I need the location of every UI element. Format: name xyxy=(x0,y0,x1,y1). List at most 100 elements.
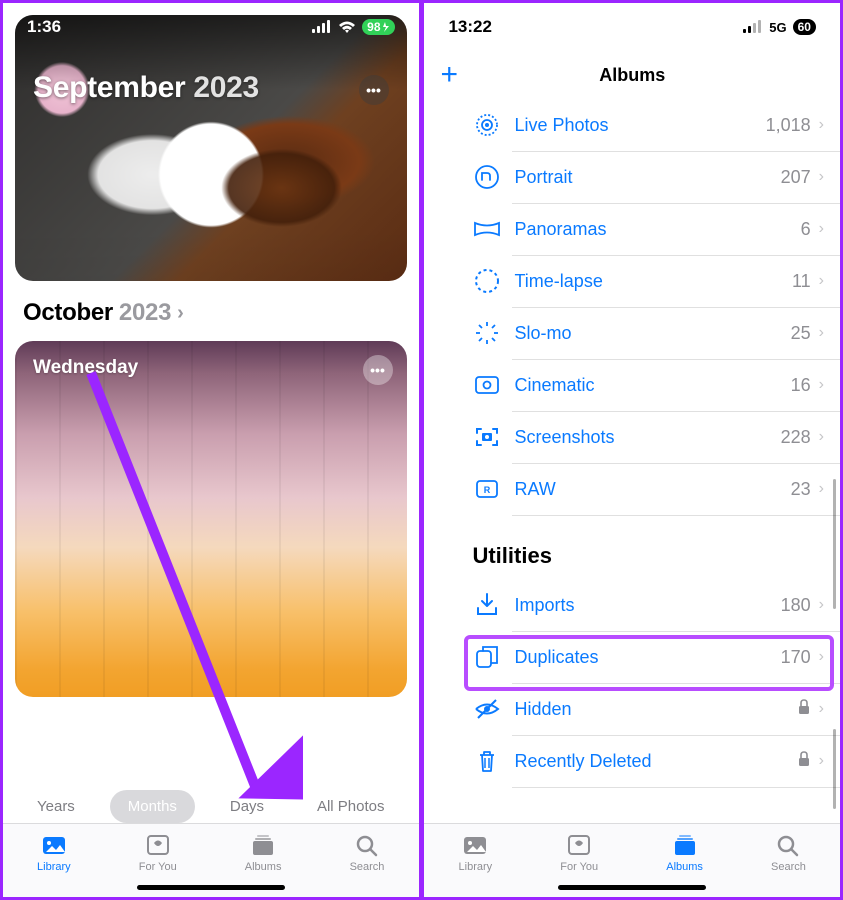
view-segmented-control[interactable]: Years Months Days All Photos xyxy=(15,787,407,825)
chevron-right-icon: › xyxy=(819,168,824,186)
row-label: Screenshots xyxy=(514,427,614,448)
section-utilities: Utilities xyxy=(424,515,840,579)
row-label: Cinematic xyxy=(514,375,594,396)
chevron-right-icon: › xyxy=(819,700,824,718)
row-label: Imports xyxy=(514,595,574,616)
tab-albums[interactable]: Albums xyxy=(245,832,282,873)
home-indicator[interactable] xyxy=(137,885,285,890)
row-count: 207 xyxy=(781,167,811,188)
status-time: 1:36 xyxy=(27,17,61,37)
search-icon xyxy=(353,832,381,858)
live-icon xyxy=(472,110,502,140)
tab-for-you[interactable]: For You xyxy=(560,832,598,873)
status-indicators: 5G 60 xyxy=(743,19,816,35)
album-row-panoramas[interactable]: Panoramas 6 › xyxy=(424,203,840,255)
pano-icon xyxy=(472,214,502,244)
tab-library[interactable]: Library xyxy=(37,832,71,873)
tab-search[interactable]: Search xyxy=(350,832,385,873)
album-row-duplicates[interactable]: Duplicates170› xyxy=(424,631,840,683)
row-label: RAW xyxy=(514,479,555,500)
status-indicators: 98 xyxy=(312,19,394,35)
nav-title: Albums xyxy=(599,65,665,86)
row-label: Recently Deleted xyxy=(514,751,651,772)
screenshots-icon xyxy=(472,422,502,452)
chevron-right-icon: › xyxy=(819,752,824,770)
album-row-imports[interactable]: Imports 180 › xyxy=(424,579,840,631)
row-label: Panoramas xyxy=(514,219,606,240)
segment-years[interactable]: Years xyxy=(19,790,93,823)
hidden-icon xyxy=(472,694,502,724)
trash-icon xyxy=(472,746,502,776)
albums-icon xyxy=(671,832,699,858)
lock-icon xyxy=(797,699,811,719)
chevron-right-icon: › xyxy=(819,596,824,614)
chevron-right-icon: › xyxy=(819,480,824,498)
chevron-right-icon: › xyxy=(819,272,824,290)
chevron-right-icon: › xyxy=(819,324,824,342)
tab-albums[interactable]: Albums xyxy=(666,832,703,873)
svg-text:R: R xyxy=(484,485,491,495)
signal-icon xyxy=(312,20,332,34)
row-count: 170 xyxy=(781,647,811,668)
chevron-right-icon: › xyxy=(819,116,824,134)
album-row-cinematic[interactable]: Cinematic 16 › xyxy=(424,359,840,411)
scroll-indicator[interactable] xyxy=(833,729,836,809)
row-label: Portrait xyxy=(514,167,572,188)
card-subtitle: Wednesday xyxy=(33,357,138,379)
chevron-right-icon: › xyxy=(177,302,183,325)
chevron-right-icon: › xyxy=(819,428,824,446)
album-row-time-lapse[interactable]: Time-lapse 11 › xyxy=(424,255,840,307)
album-row-raw[interactable]: RRAW23› xyxy=(424,463,840,515)
row-count: 16 xyxy=(791,375,811,396)
library-icon xyxy=(461,832,489,858)
month-card-september[interactable]: September 2023 ••• xyxy=(15,15,407,281)
month-header-october[interactable]: October 2023 › xyxy=(15,281,407,341)
tab-for-you[interactable]: For You xyxy=(139,832,177,873)
card-title: September 2023 xyxy=(33,71,259,105)
chevron-right-icon: › xyxy=(819,220,824,238)
cinematic-icon xyxy=(472,370,502,400)
timelapse-icon xyxy=(472,266,502,296)
imports-icon xyxy=(472,590,502,620)
row-count: 6 xyxy=(801,219,811,240)
albums-list[interactable]: Live Photos 1,018 › Portrait 207 › Panoramas 6 ›… xyxy=(424,99,840,823)
segment-days[interactable]: Days xyxy=(212,790,282,823)
slomo-icon xyxy=(472,318,502,348)
day-card-wednesday[interactable]: Wednesday ••• xyxy=(15,341,407,697)
album-row-recently-deleted[interactable]: Recently Deleted › xyxy=(424,735,840,787)
chevron-right-icon: › xyxy=(819,376,824,394)
row-count: 1,018 xyxy=(766,115,811,136)
album-row-hidden[interactable]: Hidden› xyxy=(424,683,840,735)
add-button[interactable]: + xyxy=(440,60,458,90)
tab-library[interactable]: Library xyxy=(459,832,493,873)
album-row-live-photos[interactable]: Live Photos 1,018 › xyxy=(424,99,840,151)
nav-bar: + Albums xyxy=(424,51,840,99)
library-view[interactable]: September 2023 ••• October 2023 › Wednes… xyxy=(3,3,419,775)
battery-indicator: 60 xyxy=(793,19,816,35)
battery-indicator: 98 xyxy=(362,19,394,35)
raw-icon: R xyxy=(472,474,502,504)
row-label: Live Photos xyxy=(514,115,608,136)
row-count: 25 xyxy=(791,323,811,344)
segment-months[interactable]: Months xyxy=(110,790,195,823)
segment-all-photos[interactable]: All Photos xyxy=(299,790,403,823)
tab-search[interactable]: Search xyxy=(771,832,806,873)
row-count: 228 xyxy=(781,427,811,448)
album-row-screenshots[interactable]: Screenshots 228 › xyxy=(424,411,840,463)
lock-icon xyxy=(797,751,811,771)
search-icon xyxy=(774,832,802,858)
album-row-portrait[interactable]: Portrait 207 › xyxy=(424,151,840,203)
status-bar: 13:22 5G 60 xyxy=(424,3,840,51)
row-label: Duplicates xyxy=(514,647,598,668)
row-count: 11 xyxy=(792,271,811,292)
more-button[interactable]: ••• xyxy=(363,355,393,385)
scroll-indicator[interactable] xyxy=(833,479,836,609)
album-row-slo-mo[interactable]: Slo-mo25› xyxy=(424,307,840,359)
more-button[interactable]: ••• xyxy=(359,75,389,105)
home-indicator[interactable] xyxy=(558,885,706,890)
row-label: Time-lapse xyxy=(514,271,602,292)
for-you-icon xyxy=(565,832,593,858)
for-you-icon xyxy=(144,832,172,858)
row-count: 180 xyxy=(781,595,811,616)
portrait-icon xyxy=(472,162,502,192)
